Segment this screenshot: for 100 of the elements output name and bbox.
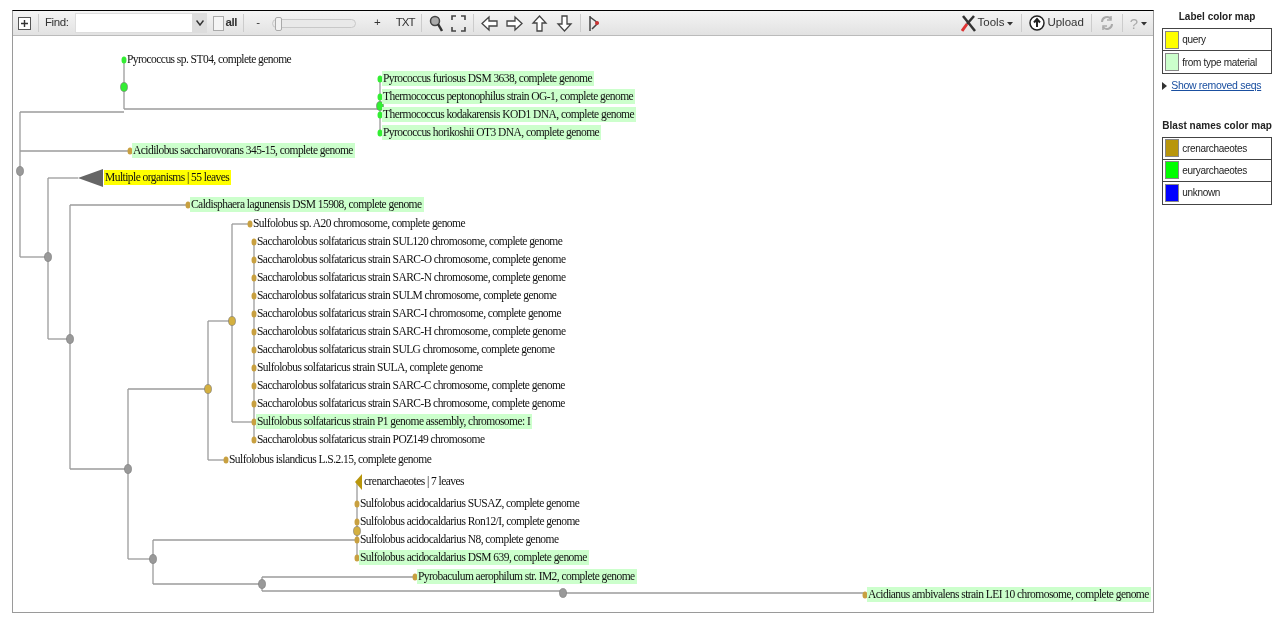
leaf-label[interactable]: Saccharolobus solfataricus strain SARC-O chromosome, complete genome <box>256 252 568 267</box>
internal-node-dot[interactable] <box>120 82 128 92</box>
leaf-label[interactable]: Saccharolobus solfataricus strain SUL120 chromosome, complete genome <box>256 234 565 249</box>
leaf-node-dot[interactable] <box>251 310 257 318</box>
internal-node-dot[interactable] <box>124 464 132 474</box>
leaf-label[interactable]: Caldisphaera lagunensis DSM 15908, complete genome <box>190 197 424 212</box>
search-icon[interactable] <box>428 14 445 32</box>
all-checkbox[interactable] <box>212 15 224 31</box>
leaf-label[interactable]: Pyrobaculum aerophilum str. IM2, complete genome <box>417 569 637 584</box>
upload-button[interactable]: Upload <box>1028 15 1085 31</box>
leaf-node-dot[interactable] <box>223 456 229 464</box>
left-arrow-icon[interactable] <box>480 14 500 32</box>
leaf-label[interactable]: Sulfolobus acidocaldarius SUSAZ, complete genome <box>359 496 582 511</box>
zoom-slider[interactable] <box>272 18 356 28</box>
leaf-label[interactable]: Thermococcus peptonophilus strain OG-1, complete genome <box>382 89 636 104</box>
leaf-label[interactable]: Sulfolobus acidocaldarius Ron12/I, complete genome <box>359 514 582 529</box>
leaf-node-dot[interactable] <box>377 75 383 83</box>
leaf-node-dot[interactable] <box>251 328 257 336</box>
collapsed-clade-icon[interactable] <box>78 169 103 187</box>
right-arrow-icon[interactable] <box>505 14 525 32</box>
show-removed-link[interactable]: Show removed seqs <box>1171 78 1262 94</box>
upload-icon <box>1029 15 1046 31</box>
leaf-label[interactable]: Sulfolobus islandicus L.S.2.15, complete genome <box>228 452 434 467</box>
tools-button[interactable]: Tools <box>959 14 1016 32</box>
leaf-node-dot[interactable] <box>127 147 133 155</box>
leaf-label[interactable]: Pyrococcus horikoshii OT3 DNA, complete genome <box>382 125 602 140</box>
find-label: Find: <box>45 15 69 31</box>
leaf-label[interactable]: Saccharolobus solfataricus strain SARC-B chromosome, complete genome <box>256 396 567 411</box>
collapsed-clade-icon[interactable] <box>355 474 362 490</box>
internal-node-dot[interactable] <box>228 316 236 326</box>
leaf-node-dot[interactable] <box>354 536 360 544</box>
tools-icon <box>960 14 976 32</box>
leaf-label[interactable]: Saccharolobus solfataricus strain SULM chromosome, complete genome <box>256 288 559 303</box>
leaf-node-dot[interactable] <box>251 400 257 408</box>
txt-button[interactable]: TXT <box>394 17 416 29</box>
leaf-label[interactable]: Saccharolobus solfataricus strain SULG chromosome, complete genome <box>256 342 557 357</box>
leaf-node-dot[interactable] <box>251 436 257 444</box>
internal-node-dot[interactable] <box>376 101 384 111</box>
leaf-node-dot[interactable] <box>377 93 383 101</box>
leaf-label[interactable]: Thermococcus kodakarensis KOD1 DNA, complete genome <box>382 107 637 122</box>
expand-arrow-icon[interactable] <box>1162 81 1168 90</box>
expand-button[interactable] <box>17 16 32 30</box>
zoom-out-button[interactable]: - <box>250 17 266 29</box>
leaf-node-dot[interactable] <box>251 274 257 282</box>
internal-node-dot[interactable] <box>204 384 212 394</box>
fit-icon[interactable] <box>450 14 468 32</box>
leaf-node-dot[interactable] <box>354 554 360 562</box>
leaf-label[interactable]: Sulfolobus solfataricus strain SULA, complete genome <box>256 360 485 375</box>
leaf-node-dot[interactable] <box>862 591 868 599</box>
internal-node-dot[interactable] <box>353 526 361 536</box>
leaf-label[interactable]: Pyrococcus furiosus DSM 3638, complete genome <box>382 71 595 86</box>
legend-label: query <box>1182 33 1206 47</box>
leaf-label[interactable]: Acidianus ambivalens strain LEI 10 chromosome, complete genome <box>867 587 1151 602</box>
leaf-node-dot[interactable] <box>121 56 127 64</box>
leaf-node-dot[interactable] <box>354 500 360 508</box>
leaf-label[interactable]: Saccharolobus solfataricus strain SARC-N chromosome, complete genome <box>256 270 568 285</box>
brush-icon[interactable] <box>587 14 602 32</box>
down-arrow-icon[interactable] <box>555 14 575 32</box>
leaf-label[interactable]: Pyrococcus sp. ST04, complete genome <box>126 52 294 67</box>
leaf-label[interactable]: Saccharolobus solfataricus strain SARC-I chromosome, complete genome <box>256 306 563 321</box>
leaf-label[interactable]: Multiple organisms | 55 leaves <box>104 170 232 185</box>
legend-label: crenarchaeotes <box>1182 141 1247 156</box>
leaf-node-dot[interactable] <box>247 220 253 228</box>
leaf-node-dot[interactable] <box>377 111 383 119</box>
legend-label: euryarchaeotes <box>1182 163 1247 178</box>
leaf-node-dot[interactable] <box>354 518 360 526</box>
leaf-label[interactable]: Saccharolobus solfataricus strain POZ149 chromosome <box>256 432 487 447</box>
leaf-label[interactable]: Sulfolobus acidocaldarius N8, complete genome <box>359 532 561 547</box>
internal-node-dot[interactable] <box>16 166 24 176</box>
legend-label: unknown <box>1182 186 1221 201</box>
leaf-node-dot[interactable] <box>251 256 257 264</box>
leaf-label[interactable]: Sulfolobus sp. A20 chromosome, complete genome <box>252 216 468 231</box>
legend-label: from type material <box>1182 55 1257 70</box>
leaf-label[interactable]: crenarchaeotes | 7 leaves <box>363 474 466 489</box>
leaf-node-dot[interactable] <box>251 238 257 246</box>
leaf-node-dot[interactable] <box>251 364 257 372</box>
internal-node-dot[interactable] <box>66 334 74 344</box>
internal-node-dot[interactable] <box>258 579 266 589</box>
leaf-node-dot[interactable] <box>251 292 257 300</box>
find-field[interactable] <box>74 13 193 33</box>
leaf-label[interactable]: Acidilobus saccharovorans 345-15, complete genome <box>132 143 355 158</box>
leaf-label[interactable]: Saccharolobus solfataricus strain SARC-C chromosome, complete genome <box>256 378 567 393</box>
leaf-label[interactable]: Sulfolobus solfataricus strain P1 genome assembly, chromosome: I <box>256 414 533 429</box>
caret-icon <box>1006 20 1015 26</box>
leaf-label[interactable]: Sulfolobus acidocaldarius DSM 639, complete genome <box>359 550 589 565</box>
zoom-in-button[interactable]: + <box>362 17 389 29</box>
up-arrow-icon[interactable] <box>530 14 550 32</box>
leaf-node-dot[interactable] <box>185 201 191 209</box>
legend-title: Label color map <box>1177 10 1257 24</box>
leaf-node-dot[interactable] <box>251 418 257 426</box>
leaf-label[interactable]: Saccharolobus solfataricus strain SARC-H chromosome, complete genome <box>256 324 568 339</box>
internal-node-dot[interactable] <box>559 588 567 598</box>
internal-node-dot[interactable] <box>44 252 52 262</box>
leaf-node-dot[interactable] <box>377 129 383 137</box>
leaf-node-dot[interactable] <box>412 573 418 581</box>
legend-title: Blast names color map <box>1161 118 1273 133</box>
internal-node-dot[interactable] <box>149 554 157 564</box>
caret-icon <box>1140 20 1149 26</box>
leaf-node-dot[interactable] <box>251 346 257 354</box>
leaf-node-dot[interactable] <box>251 382 257 390</box>
